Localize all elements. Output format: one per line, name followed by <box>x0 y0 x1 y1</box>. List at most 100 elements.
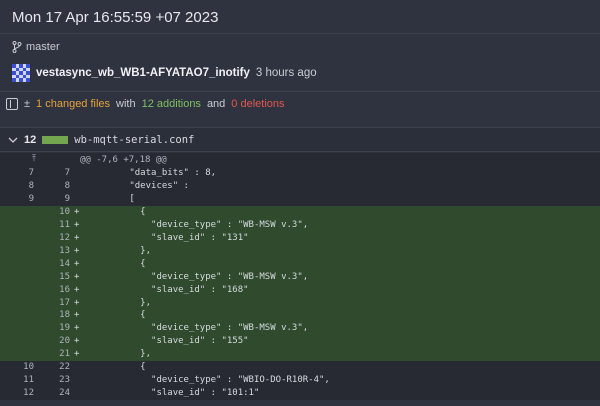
file-header[interactable]: 12 wb-mqtt-serial.conf <box>0 127 600 152</box>
commit-time: 3 hours ago <box>255 67 317 79</box>
summary-with: with <box>116 98 136 110</box>
added-line: 10 + { <box>0 205 600 219</box>
diff-sign: + <box>74 284 80 295</box>
context-line: 9 9 [ <box>0 192 600 206</box>
additions-count: 12 additions <box>141 98 201 110</box>
added-line: 11 + "device_type" : "WB-MSW v.3", <box>0 218 600 232</box>
code-text: "slave_id" : "101:1" <box>86 388 260 399</box>
code-text: { <box>86 206 146 217</box>
commit-header: Mon 17 Apr 16:55:59 +07 2023 master vest… <box>0 0 600 118</box>
old-line-number: 10 <box>23 362 34 373</box>
new-line-number: 11 <box>59 219 70 230</box>
additions-bar <box>42 135 69 144</box>
commit-row: vestasync_wb_WB1-AFYATAO7_inotify 3 hour… <box>12 64 317 82</box>
expand-up-icon[interactable]: ⤒ <box>32 154 36 164</box>
added-line: 20 + "slave_id" : "155" <box>0 335 600 349</box>
code-text: "slave_id" : "168" <box>86 284 249 295</box>
new-line-number: 7 <box>64 168 70 178</box>
added-line: 12 + "slave_id" : "131" <box>0 231 600 245</box>
added-line: 21 + }, <box>0 348 600 362</box>
diff-sign: + <box>74 206 80 217</box>
deletions-count: 0 deletions <box>231 98 285 110</box>
added-line: 15 + "device_type" : "WB-MSW v.3", <box>0 270 600 284</box>
file-name[interactable]: wb-mqtt-serial.conf <box>74 134 194 146</box>
code-text: { <box>86 258 146 269</box>
divider <box>0 91 600 92</box>
diff-summary: ± 1 changed files with 12 additions and … <box>6 98 285 110</box>
diff-sign: + <box>74 297 80 308</box>
code-text: { <box>86 362 146 373</box>
hunk-range: @@ -7,6 +7,18 @@ <box>80 155 167 165</box>
new-line-number: 8 <box>64 180 70 191</box>
branch-name: master <box>26 41 60 53</box>
added-line: 18 + { <box>0 309 600 323</box>
commit-date: Mon 17 Apr 16:55:59 +07 2023 <box>12 9 219 26</box>
code-text: }, <box>86 349 152 360</box>
old-line-number: 12 <box>23 388 34 399</box>
changed-files-count: 1 changed files <box>36 98 111 110</box>
split-view-icon[interactable] <box>6 98 18 110</box>
summary-and: and <box>206 98 226 110</box>
code-text: "device_type" : "WB-MSW v.3", <box>86 271 309 282</box>
file-change-count: 12 <box>24 133 37 146</box>
author-avatar <box>12 64 30 82</box>
diff-lines: 7 7 "data_bits" : 8, 8 8 "devices" : 9 9 [10 +… <box>0 167 600 401</box>
old-line-number: 11 <box>23 375 34 386</box>
new-line-number: 9 <box>64 193 70 204</box>
added-line: 16 + "slave_id" : "168" <box>0 283 600 297</box>
added-line: 14 + { <box>0 257 600 271</box>
new-line-number: 13 <box>59 245 70 256</box>
new-line-number: 15 <box>59 271 70 282</box>
divider <box>0 33 600 34</box>
new-line-number: 12 <box>59 232 70 243</box>
code-text: "data_bits" : 8, <box>86 168 217 178</box>
diff-sign: + <box>74 219 80 230</box>
context-line: 12 24 "slave_id" : "101:1" <box>0 387 600 401</box>
new-line-number: 24 <box>59 388 70 399</box>
code-text: "devices" : <box>86 180 189 191</box>
new-line-number: 14 <box>59 258 70 269</box>
diff-sign: + <box>74 336 80 347</box>
context-line: 7 7 "data_bits" : 8, <box>0 167 600 180</box>
diff-sign: + <box>74 258 80 269</box>
new-line-number: 21 <box>59 349 70 360</box>
diff-sign: + <box>74 323 80 334</box>
new-line-number: 10 <box>59 206 70 217</box>
context-line: 11 23 "device_type" : "WBIO-DO-R10R-4", <box>0 374 600 388</box>
commit-message[interactable]: vestasync_wb_WB1-AFYATAO7_inotify <box>36 67 250 79</box>
diff-sign: + <box>74 349 80 360</box>
added-line: 17 + }, <box>0 296 600 310</box>
code-text: "device_type" : "WB-MSW v.3", <box>86 323 309 334</box>
old-line-number: 7 <box>28 168 34 178</box>
diff-sign: + <box>74 271 80 282</box>
new-line-number: 23 <box>59 375 70 386</box>
new-line-number: 17 <box>59 297 70 308</box>
diff-sign: + <box>74 310 80 321</box>
new-line-number: 16 <box>59 284 70 295</box>
code-text: }, <box>86 297 152 308</box>
code-text: "device_type" : "WB-MSW v.3", <box>86 219 309 230</box>
new-line-number: 20 <box>59 336 70 347</box>
new-line-number: 19 <box>59 323 70 334</box>
context-line: 8 8 "devices" : <box>0 179 600 193</box>
new-line-number: 22 <box>59 362 70 373</box>
added-line: 13 + }, <box>0 244 600 258</box>
old-line-number: 8 <box>28 180 34 191</box>
context-line: 10 22 { <box>0 361 600 375</box>
code-text: "slave_id" : "155" <box>86 336 249 347</box>
added-line: 19 + "device_type" : "WB-MSW v.3", <box>0 322 600 336</box>
code-text: }, <box>86 245 152 256</box>
hunk-header: ⤒ @@ -7,6 +7,18 @@ <box>0 153 600 167</box>
chevron-down-icon[interactable] <box>8 136 18 144</box>
code-text: [ <box>86 193 135 204</box>
diff-sign: + <box>74 232 80 243</box>
new-line-number: 18 <box>59 310 70 321</box>
branch-icon <box>12 41 22 53</box>
branch-indicator[interactable]: master <box>12 40 60 54</box>
code-text: { <box>86 310 146 321</box>
diff-sign: + <box>74 245 80 256</box>
old-line-number: 9 <box>28 193 34 204</box>
plus-minus-icon[interactable]: ± <box>24 98 30 110</box>
code-text: "device_type" : "WBIO-DO-R10R-4", <box>86 375 330 386</box>
code-text: "slave_id" : "131" <box>86 232 249 243</box>
